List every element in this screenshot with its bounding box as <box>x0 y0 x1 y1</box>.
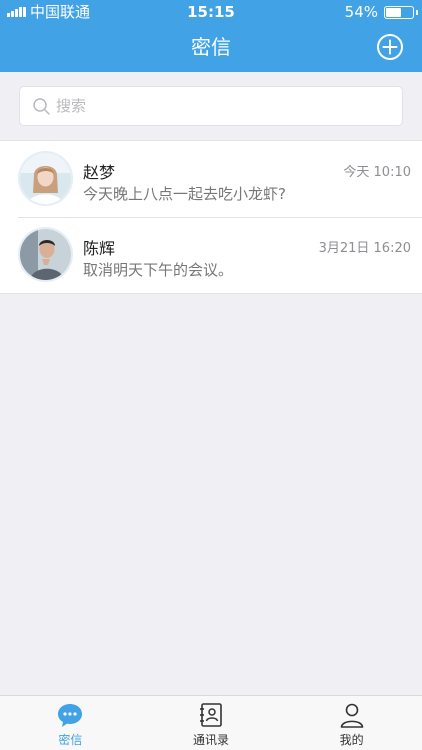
tab-label: 通讯录 <box>193 733 230 747</box>
tab-profile[interactable]: 我的 <box>281 696 422 750</box>
search-bar <box>0 72 422 140</box>
message-item-zhao-meng[interactable]: 赵梦 今天晚上八点一起去吃小龙虾? 今天 10:10 <box>0 141 422 217</box>
app-header: 中国联通 15:15 54% 密信 <box>0 0 422 72</box>
search-input[interactable] <box>56 87 386 125</box>
contact-name: 赵梦 <box>83 163 116 182</box>
female-avatar-image <box>20 153 71 204</box>
avatar <box>18 151 73 206</box>
male-avatar-image <box>20 229 71 280</box>
search-icon <box>33 98 50 115</box>
add-button[interactable] <box>376 33 404 61</box>
battery-percent: 54% <box>344 3 378 21</box>
tab-label: 我的 <box>339 733 364 747</box>
message-preview: 取消明天下午的会议。 <box>83 261 234 279</box>
message-timestamp: 3月21日 16:20 <box>318 241 411 256</box>
message-timestamp: 今天 10:10 <box>343 165 411 180</box>
tab-messages[interactable]: 密信 <box>0 696 141 750</box>
message-list: 赵梦 今天晚上八点一起去吃小龙虾? 今天 10:10 陈辉 取消明天下午的会议。… <box>0 140 422 294</box>
plus-circle-icon <box>377 34 403 60</box>
tab-contacts[interactable]: 通讯录 <box>141 696 282 750</box>
contact-name: 陈辉 <box>83 239 116 258</box>
status-bar: 中国联通 15:15 54% <box>0 0 422 24</box>
page-title: 密信 <box>191 35 231 59</box>
contacts-book-icon <box>200 703 222 727</box>
message-preview: 今天晚上八点一起去吃小龙虾? <box>83 185 286 203</box>
search-box[interactable] <box>19 86 403 126</box>
tab-label: 密信 <box>58 733 83 747</box>
chat-bubble-icon <box>58 704 83 727</box>
avatar <box>18 227 73 282</box>
tab-bar: 密信 通讯录 我的 <box>0 695 422 750</box>
battery-icon <box>384 6 418 19</box>
person-icon <box>340 703 363 728</box>
message-item-chen-hui[interactable]: 陈辉 取消明天下午的会议。 3月21日 16:20 <box>0 217 422 293</box>
